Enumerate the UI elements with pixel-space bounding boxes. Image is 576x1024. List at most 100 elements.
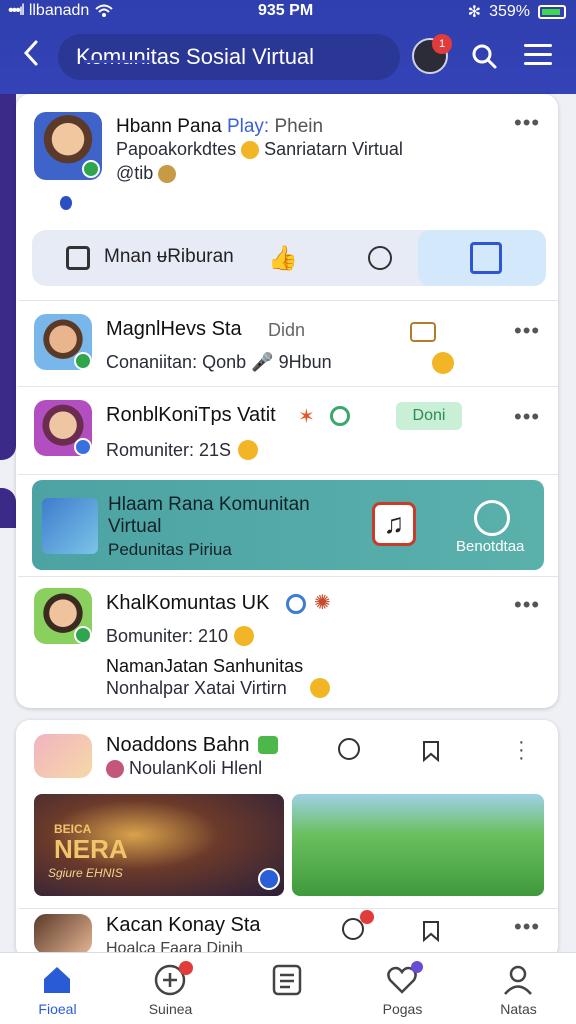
- back-button[interactable]: [20, 38, 50, 68]
- emoji-icon: [238, 440, 258, 460]
- nav-home-label: Fioeal: [38, 1001, 77, 1017]
- bookmark-icon[interactable]: [420, 740, 442, 767]
- smile-emoji-icon: [241, 141, 260, 160]
- kebab-menu-icon[interactable]: · · ·: [518, 732, 525, 768]
- notification-badge: [360, 910, 374, 924]
- nav-pages[interactable]: Pogas: [345, 953, 460, 1024]
- side-decoration: [0, 488, 16, 528]
- post-subtitle: NoulanKoli Hlenl: [106, 758, 262, 779]
- divider: [18, 474, 558, 475]
- menu-icon-line: [524, 44, 552, 47]
- community-description: NamanJatan Sanhunitas: [106, 656, 304, 676]
- community-description: Nonhalpar Xatai Virtirn: [106, 678, 287, 698]
- emoji-icon: [234, 626, 254, 646]
- post-author-name[interactable]: Kacan Konay Sta: [106, 914, 261, 937]
- profile-subtitle-text: Papoakorkdtes: [116, 139, 237, 159]
- featured-name2: Virtual: [108, 516, 162, 537]
- nav-pages-label: Pogas: [382, 1001, 423, 1017]
- nav-feed[interactable]: [230, 953, 345, 1024]
- more-options-icon[interactable]: •••: [514, 318, 540, 344]
- nav-create[interactable]: Suinea: [113, 953, 228, 1024]
- emoji-icon: [310, 678, 330, 698]
- status-time: 935 PM: [258, 2, 314, 19]
- notification-badge: [179, 961, 193, 975]
- divider: [18, 908, 558, 909]
- nav-create-label: Suinea: [148, 1001, 193, 1017]
- signal-icon: •••ıl: [8, 2, 25, 19]
- music-note-icon: ♫: [372, 502, 416, 546]
- mic-icon: 🎤: [251, 352, 274, 372]
- verified-icon: [74, 352, 92, 370]
- bookmark-icon[interactable]: [420, 920, 442, 947]
- community-name[interactable]: MagnlHevs Sta: [106, 318, 242, 341]
- search-icon: [472, 44, 497, 69]
- divider: [18, 576, 558, 577]
- profile-name-suffix: Phein: [274, 116, 324, 137]
- chevron-left-icon: [23, 40, 38, 66]
- verified-icon: [74, 438, 92, 456]
- menu-icon-line: [524, 62, 552, 65]
- post-author-avatar[interactable]: [34, 734, 92, 778]
- play-badge-icon: [258, 868, 280, 890]
- bottom-navigation: Fioeal Suinea Pogas Natas: [0, 952, 576, 1024]
- more-options-icon[interactable]: •••: [514, 914, 540, 940]
- featured-name: Hlaam Rana Komunitan: [108, 494, 310, 515]
- community-name[interactable]: RonblKoniTps Vatit: [106, 404, 276, 427]
- more-options-icon[interactable]: •••: [514, 404, 540, 430]
- community-card: [16, 94, 558, 708]
- divider: [18, 386, 558, 387]
- wifi-icon: [95, 4, 113, 17]
- community-members-text2: 9Hbun: [278, 352, 332, 372]
- status-bar: •••ıl llbanadn 935 PM ✻ 359%: [0, 0, 576, 22]
- side-decoration: [0, 94, 16, 460]
- post-icon[interactable]: [470, 242, 502, 274]
- featured-community[interactable]: Hlaam Rana Komunitan Virtual Pedunitas P…: [32, 480, 544, 570]
- reaction-icon[interactable]: [338, 738, 360, 760]
- at-icon: [286, 594, 306, 614]
- calendar-icon[interactable]: [66, 246, 90, 270]
- like-icon[interactable]: 👍: [268, 244, 298, 273]
- profile-meta-text: @tib: [116, 163, 154, 183]
- join-button[interactable]: Doni: [396, 402, 462, 430]
- divider: [18, 300, 558, 301]
- search-button[interactable]: [470, 42, 498, 70]
- post-author-avatar[interactable]: [34, 914, 92, 954]
- emoji-icon: [106, 760, 124, 779]
- tab-underline: [84, 60, 152, 63]
- more-options-icon[interactable]: •••: [514, 110, 540, 136]
- image-subtitle: Sgiure EHNIS: [48, 866, 123, 880]
- community-tag: Didn: [268, 320, 306, 340]
- community-name[interactable]: KhalKomuntas UK: [106, 592, 269, 615]
- tab-label[interactable]: Mnan ᵾRiburan: [104, 246, 234, 268]
- carrier-label: llbanadn: [28, 2, 90, 19]
- community-members-text: Conaniitan: Qonb: [106, 352, 247, 372]
- nav-profile[interactable]: Natas: [461, 953, 576, 1024]
- droplet-icon: [60, 196, 72, 210]
- community-members: Bomuniter: 210: [106, 626, 229, 646]
- chat-icon[interactable]: [368, 246, 392, 270]
- nav-home[interactable]: Fioeal: [0, 953, 115, 1024]
- profile-subtitle-text2: Sanriatarn Virtual: [264, 139, 403, 159]
- post-image-left[interactable]: BEICA NERA Sgiure EHNIS: [34, 794, 284, 896]
- profile-name-text: Hbann Pana: [116, 116, 222, 137]
- emoji-icon: [158, 165, 177, 184]
- more-options-icon[interactable]: •••: [514, 592, 540, 618]
- community-members: Romuniter: 21S: [106, 440, 232, 460]
- profile-meta: @tib: [116, 163, 177, 184]
- join-button-label: Doni: [412, 407, 446, 424]
- menu-icon-line: [524, 53, 552, 56]
- post-image-right[interactable]: [292, 794, 544, 896]
- verified-icon: [82, 160, 100, 178]
- notification-badge: 1: [432, 34, 452, 54]
- post-author-name[interactable]: Noaddons Bahn: [106, 734, 249, 757]
- tab-bar: Mnan ᵾRiburan 👍: [32, 230, 546, 286]
- community-members: Conaniitan: Qonb 🎤 9Hbun: [106, 352, 332, 373]
- featured-cta[interactable]: Benotdtaa: [456, 538, 524, 555]
- menu-button[interactable]: [524, 44, 552, 68]
- image-title: NERA: [54, 834, 128, 864]
- featured-subtitle: Pedunitas Piriua: [108, 540, 232, 559]
- battery-icon: [538, 5, 566, 19]
- profile-name: Hbann Pana Play: Phein: [116, 116, 323, 138]
- play-circle-icon[interactable]: [474, 500, 510, 536]
- emoji-icon: [432, 352, 454, 374]
